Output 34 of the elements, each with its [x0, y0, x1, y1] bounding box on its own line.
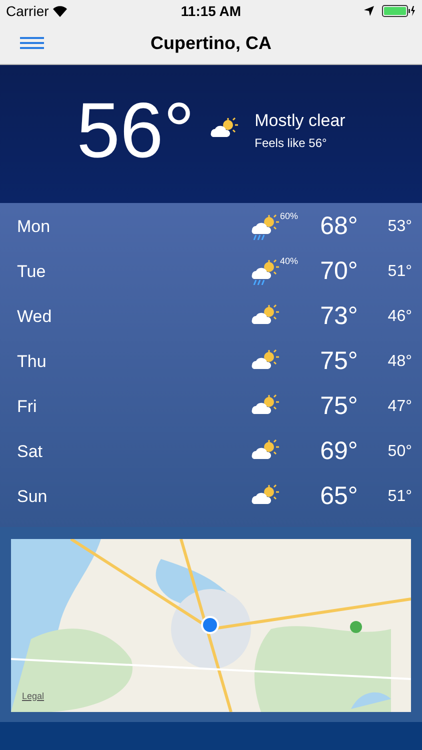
forecast-high: 75°	[319, 390, 359, 422]
forecast-high: 68°	[319, 210, 359, 242]
nav-title: Cupertino, CA	[150, 32, 272, 55]
forecast-high: 70°	[319, 256, 359, 287]
forecast-low: 46°	[386, 306, 412, 326]
forecast-high: 73°	[319, 300, 359, 332]
current-condition: Mostly clear	[254, 110, 346, 132]
status-time: 11:15 AM	[180, 2, 242, 20]
forecast-low: 51°	[386, 262, 412, 282]
battery-icon	[382, 5, 416, 17]
wifi-icon	[52, 6, 67, 16]
forecast-low: 48°	[386, 352, 412, 372]
menu-button[interactable]	[20, 35, 44, 51]
forecast-low: 47°	[386, 396, 412, 416]
feels-like: Feels like 56°	[254, 134, 328, 152]
forecast-day: Fri	[17, 394, 248, 420]
carrier-label: Carrier	[6, 2, 49, 20]
forecast-high: 75°	[319, 346, 359, 377]
forecast-day: Mon	[17, 214, 248, 240]
forecast-day: Thu	[17, 348, 248, 374]
forecast-high: 69°	[319, 436, 359, 467]
precipitation-chance: 40%	[280, 254, 298, 268]
forecast-day: Sat	[17, 438, 248, 464]
precipitation-chance: 60%	[280, 210, 298, 222]
forecast-low: 53°	[386, 216, 412, 236]
legal-link[interactable]: Legal	[22, 690, 44, 703]
current-temperature: 56°	[76, 91, 195, 169]
forecast-day: Wed	[17, 304, 248, 330]
location-arrow-icon	[364, 6, 374, 16]
forecast-low: 50°	[386, 442, 412, 462]
forecast-day: Sun	[17, 484, 248, 510]
forecast-low: 51°	[386, 486, 412, 506]
forecast-high: 65°	[319, 480, 359, 512]
forecast-day: Tue	[17, 258, 248, 284]
